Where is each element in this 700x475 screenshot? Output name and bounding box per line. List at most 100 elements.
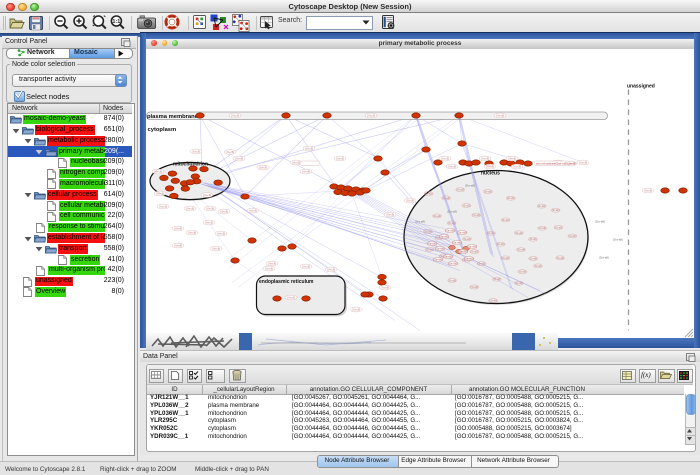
svg-text:(Sa-rb8): (Sa-rb8) bbox=[457, 231, 466, 234]
svg-text:(Sr-a8): (Sr-a8) bbox=[519, 270, 527, 273]
svg-text:(Ya-c8): (Ya-c8) bbox=[327, 267, 335, 271]
svg-text:(Ya-c8): (Ya-c8) bbox=[206, 206, 214, 210]
svg-text:(Sr-a8): (Sr-a8) bbox=[515, 231, 523, 234]
svg-text:(Ya-c8): (Ya-c8) bbox=[265, 266, 273, 270]
svg-text:(Ya-c8): (Ya-c8) bbox=[486, 164, 494, 168]
svg-text:(Ya-c8): (Ya-c8) bbox=[174, 226, 182, 230]
svg-text:(Sr-a8): (Sr-a8) bbox=[538, 227, 546, 230]
svg-text:(Sr-a8): (Sr-a8) bbox=[497, 243, 505, 246]
svg-text:(Ya-c8): (Ya-c8) bbox=[186, 206, 194, 210]
svg-text:(Ya-c8): (Ya-c8) bbox=[508, 156, 516, 160]
svg-text:(Sr-a8): (Sr-a8) bbox=[502, 256, 510, 259]
svg-text:(Ya-c8): (Ya-c8) bbox=[226, 150, 234, 154]
svg-text:(Ya-c8): (Ya-c8) bbox=[203, 193, 211, 197]
svg-text:(Sr-a8): (Sr-a8) bbox=[555, 226, 563, 229]
svg-text:(Sr-a8): (Sr-a8) bbox=[456, 188, 464, 191]
svg-text:(Sr-a8): (Sr-a8) bbox=[487, 232, 495, 235]
svg-text:(Sr-a8): (Sr-a8) bbox=[556, 256, 564, 259]
svg-text:(Sr-a8): (Sr-a8) bbox=[478, 262, 486, 265]
svg-text:nucleus: nucleus bbox=[481, 170, 500, 176]
svg-text:(Sr-a8): (Sr-a8) bbox=[442, 196, 450, 199]
svg-text:(Ya-c8): (Ya-c8) bbox=[249, 208, 257, 212]
svg-text:mitochondrion: mitochondrion bbox=[173, 161, 208, 167]
svg-text:(Sr-a8): (Sr-a8) bbox=[489, 299, 497, 302]
svg-text:(Ya-c8): (Ya-c8) bbox=[217, 231, 225, 235]
svg-text:(Ya-c8): (Ya-c8) bbox=[513, 164, 521, 168]
svg-text:(Ya-c8): (Ya-c8) bbox=[192, 149, 200, 153]
svg-text:(Ya-c8): (Ya-c8) bbox=[302, 264, 310, 268]
svg-text:(Sa-rb8): (Sa-rb8) bbox=[467, 245, 476, 248]
svg-text:(Sr-a8): (Sr-a8) bbox=[433, 214, 441, 217]
svg-text:(Ya-c8): (Ya-c8) bbox=[336, 156, 344, 160]
svg-text:(Sa-rb8): (Sa-rb8) bbox=[427, 242, 436, 245]
svg-text:(Sr-a8): (Sr-a8) bbox=[502, 218, 510, 221]
svg-text:(Sr-a8): (Sr-a8) bbox=[463, 204, 471, 207]
svg-text:(Da-a8): (Da-a8) bbox=[465, 183, 475, 187]
svg-text:(Sr-a8): (Sr-a8) bbox=[534, 264, 542, 267]
svg-text:(Ya-c8): (Ya-c8) bbox=[305, 146, 313, 150]
svg-text:(Sa-rb8): (Sa-rb8) bbox=[443, 255, 452, 258]
svg-text:(Sa-rb8): (Sa-rb8) bbox=[464, 257, 473, 260]
svg-text:(Ya-c8): (Ya-c8) bbox=[441, 156, 449, 160]
svg-text:(Ya-c8): (Ya-c8) bbox=[579, 160, 587, 164]
svg-text:(Sa-rb8): (Sa-rb8) bbox=[433, 258, 442, 261]
svg-text:(Sr-a8): (Sr-a8) bbox=[448, 279, 456, 282]
svg-text:(Ya-c8): (Ya-c8) bbox=[154, 169, 162, 173]
svg-text:(Sa-rb8): (Sa-rb8) bbox=[448, 262, 457, 265]
svg-text:unassigned: unassigned bbox=[627, 83, 655, 89]
svg-text:(Ya-c8): (Ya-c8) bbox=[259, 165, 267, 169]
svg-text:(Da-a8): (Da-a8) bbox=[613, 237, 623, 241]
svg-text:(Ya-c8): (Ya-c8) bbox=[367, 113, 375, 117]
svg-text:(Sr-a8): (Sr-a8) bbox=[484, 190, 492, 193]
svg-text:(Sr-a8): (Sr-a8) bbox=[425, 192, 433, 195]
svg-text:(Sr-a8): (Sr-a8) bbox=[426, 248, 434, 251]
svg-text:(Sr-a8): (Sr-a8) bbox=[448, 222, 456, 225]
svg-text:(Sr-a8): (Sr-a8) bbox=[529, 257, 537, 260]
svg-text:(Ya-c8): (Ya-c8) bbox=[644, 188, 652, 192]
svg-text:(Ya-c8): (Ya-c8) bbox=[205, 220, 213, 224]
svg-text:(Sr-a8): (Sr-a8) bbox=[471, 250, 479, 253]
svg-text:(Ya-c8): (Ya-c8) bbox=[268, 261, 276, 265]
svg-text:(Ya-c8): (Ya-c8) bbox=[481, 156, 489, 160]
svg-text:(Ya-c8): (Ya-c8) bbox=[287, 295, 295, 299]
svg-text:(Sr-a8): (Sr-a8) bbox=[552, 209, 560, 212]
svg-text:(Sr-a8): (Sr-a8) bbox=[538, 205, 546, 208]
svg-text:(Ya-c8): (Ya-c8) bbox=[212, 246, 220, 250]
svg-text:(Ya-c8): (Ya-c8) bbox=[302, 169, 310, 173]
svg-text:(Ya-c8): (Ya-c8) bbox=[381, 285, 389, 289]
svg-text:(Sr-a8): (Sr-a8) bbox=[507, 197, 515, 200]
svg-text:(Sr-a8): (Sr-a8) bbox=[569, 235, 577, 238]
svg-text:(Sr-a8): (Sr-a8) bbox=[472, 214, 480, 217]
svg-text:endoplasmic reticulum: endoplasmic reticulum bbox=[259, 279, 314, 285]
svg-text:(Sa-rb8): (Sa-rb8) bbox=[452, 241, 461, 244]
svg-text:(Sa-rb8): (Sa-rb8) bbox=[458, 250, 467, 253]
svg-text:(Ya-c8): (Ya-c8) bbox=[292, 160, 300, 164]
svg-text:(Sr-a8): (Sr-a8) bbox=[515, 282, 523, 285]
svg-text:(Ya-c8): (Ya-c8) bbox=[220, 209, 228, 213]
svg-text:(Ya-c8): (Ya-c8) bbox=[352, 307, 360, 311]
svg-text:(Sr-a8): (Sr-a8) bbox=[517, 248, 525, 251]
svg-text:(Ya-c8): (Ya-c8) bbox=[406, 198, 414, 202]
svg-text:(Da-a8): (Da-a8) bbox=[599, 255, 609, 259]
svg-text:(Ya-c8): (Ya-c8) bbox=[386, 212, 394, 216]
svg-text:(Sr-a8): (Sr-a8) bbox=[470, 286, 478, 289]
svg-text:(Ya-c8): (Ya-c8) bbox=[159, 204, 167, 208]
svg-text:1:1: 1:1 bbox=[112, 19, 120, 25]
svg-text:(Sa-rb8): (Sa-rb8) bbox=[439, 235, 448, 238]
svg-text:(Ya-c8): (Ya-c8) bbox=[156, 191, 164, 195]
svg-text:cytoplasm: cytoplasm bbox=[148, 127, 177, 133]
svg-text:(Ya-c8): (Ya-c8) bbox=[448, 164, 456, 168]
svg-text:(Ya-c8): (Ya-c8) bbox=[188, 230, 196, 234]
svg-text:(Ya-c8): (Ya-c8) bbox=[231, 113, 239, 117]
svg-text:(Sr-a8): (Sr-a8) bbox=[463, 237, 471, 240]
svg-text:(Da-a8): (Da-a8) bbox=[447, 209, 457, 213]
svg-text:(Ya-c8): (Ya-c8) bbox=[235, 156, 243, 160]
svg-text:wrs rebowbate(2wr-ra8)ore-r8: wrs rebowbate(2wr-ra8)ore-r8 bbox=[536, 161, 576, 165]
svg-text:plasma membrane: plasma membrane bbox=[147, 114, 199, 120]
svg-text:(Sr-a8): (Sr-a8) bbox=[424, 230, 432, 233]
svg-text:(Ya-c8): (Ya-c8) bbox=[496, 113, 504, 117]
svg-text:(Sr-a8): (Sr-a8) bbox=[529, 238, 537, 241]
svg-text:(Sa-rb8): (Sa-rb8) bbox=[435, 247, 444, 250]
svg-text:(Sa-rb8): (Sa-rb8) bbox=[445, 229, 454, 232]
svg-text:(Ya-c8): (Ya-c8) bbox=[174, 243, 182, 247]
